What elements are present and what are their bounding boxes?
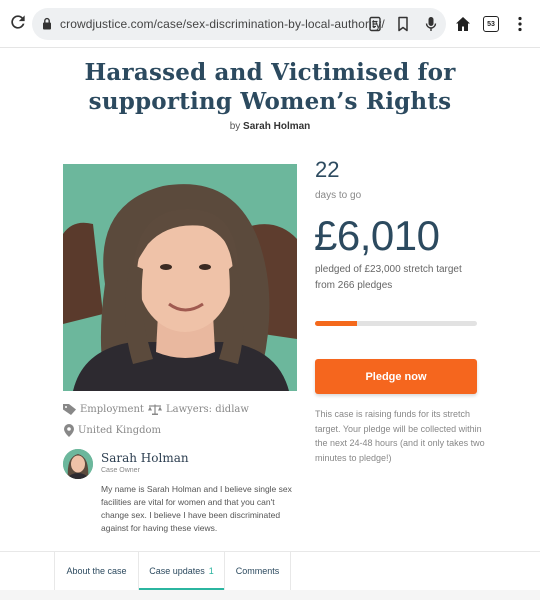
avatar bbox=[63, 449, 93, 479]
location-label: United Kingdom bbox=[78, 425, 161, 436]
home-icon[interactable] bbox=[453, 14, 473, 34]
scales-icon bbox=[148, 404, 162, 415]
location-info: United Kingdom bbox=[64, 424, 161, 437]
pledge-now-button[interactable]: Pledge now bbox=[315, 359, 477, 394]
reload-icon[interactable] bbox=[8, 12, 28, 32]
pledge-note: This case is raising funds for its stret… bbox=[315, 409, 485, 463]
lawyers-label: Lawyers: didlaw bbox=[166, 404, 249, 415]
lock-icon bbox=[43, 17, 51, 30]
url-text[interactable]: crowdjustice.com/case/sex-discrimination… bbox=[60, 17, 385, 31]
author-link[interactable]: Sarah Holman bbox=[243, 121, 310, 132]
pledge-summary: pledged of £23,000 stretch target from 2… bbox=[315, 262, 485, 294]
title-line-2: supporting Women’s Rights bbox=[88, 88, 452, 115]
funding-progress-bar bbox=[315, 321, 477, 326]
tab-label: Case updates bbox=[149, 566, 205, 576]
browser-toolbar: crowdjustice.com/case/sex-discrimination… bbox=[0, 0, 540, 48]
pledged-target: pledged of £23,000 stretch target bbox=[315, 264, 462, 275]
tab-count: 53 bbox=[483, 16, 499, 32]
tab-switcher-button[interactable]: 53 bbox=[481, 14, 501, 34]
title-line-1: Harassed and Victimised for bbox=[84, 59, 456, 86]
days-remaining: 22 bbox=[315, 157, 340, 182]
days-label: days to go bbox=[315, 190, 362, 201]
tab-case-updates[interactable]: Case updates 1 bbox=[139, 552, 225, 591]
byline-prefix: by bbox=[229, 121, 241, 132]
pledge-count: from 266 pledges bbox=[315, 280, 393, 291]
tab-label: Comments bbox=[235, 566, 280, 576]
case-tabs: About the case Case updates 1 Comments bbox=[0, 551, 540, 600]
tag-icon bbox=[63, 404, 76, 415]
progress-fill bbox=[315, 321, 358, 326]
tab-about-the-case[interactable]: About the case bbox=[54, 552, 139, 590]
tabs-footer-strip bbox=[0, 590, 540, 600]
tab-label: About the case bbox=[66, 566, 127, 576]
more-options-icon[interactable] bbox=[510, 14, 530, 34]
tab-comments[interactable]: Comments bbox=[225, 552, 291, 590]
campaign-photo bbox=[63, 164, 297, 391]
bookmark-icon[interactable] bbox=[394, 15, 412, 33]
lawyers-info[interactable]: Lawyers: didlaw bbox=[148, 404, 249, 415]
category-label: Employment bbox=[80, 404, 144, 415]
owner-name: Sarah Holman bbox=[101, 451, 189, 465]
owner-role: Case Owner bbox=[101, 467, 140, 474]
microphone-icon[interactable] bbox=[422, 15, 440, 33]
page-title: Harassed and Victimised for supporting W… bbox=[40, 58, 500, 116]
owner-description: My name is Sarah Holman and I believe si… bbox=[101, 484, 292, 533]
amount-raised: £6,010 bbox=[314, 212, 440, 259]
reader-mode-icon[interactable] bbox=[366, 15, 384, 33]
address-bar[interactable]: crowdjustice.com/case/sex-discrimination… bbox=[32, 8, 446, 40]
byline: by Sarah Holman bbox=[0, 121, 540, 132]
tab-count-badge: 1 bbox=[208, 566, 214, 576]
location-pin-icon bbox=[64, 424, 74, 437]
category-tag[interactable]: Employment bbox=[63, 404, 144, 415]
